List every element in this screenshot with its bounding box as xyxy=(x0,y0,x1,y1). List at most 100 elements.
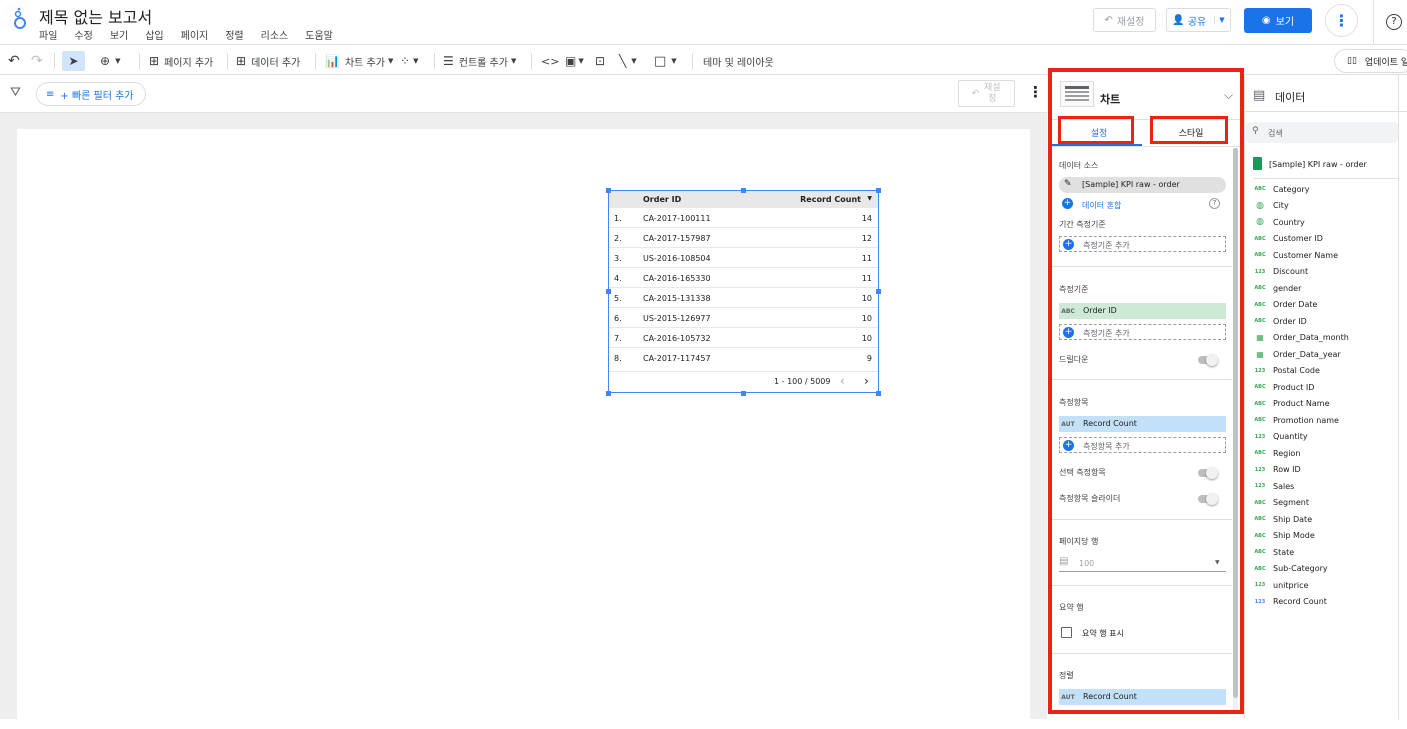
menu-edit[interactable]: 수정 xyxy=(74,27,92,42)
theme-layout-button[interactable]: 테마 및 레이아웃 xyxy=(703,51,774,71)
menu-insert[interactable]: 삽입 xyxy=(145,27,163,42)
add-dimension-button[interactable]: + 측정기준 추가 xyxy=(1059,324,1226,340)
table-row[interactable]: 8. CA-2017-117457 9 xyxy=(609,348,878,368)
optional-metrics-toggle[interactable] xyxy=(1198,467,1218,479)
field-item[interactable]: 123 Row ID xyxy=(1253,463,1301,477)
sort-desc-icon[interactable]: ▼ xyxy=(867,195,872,202)
menu-view[interactable]: 보기 xyxy=(110,27,128,42)
add-control-button[interactable]: ☰ 컨트롤 추가 ▼ xyxy=(443,51,516,71)
panel-scrollbar[interactable] xyxy=(1398,75,1407,719)
field-item[interactable]: ◍ Country xyxy=(1253,215,1305,229)
blend-data-button[interactable]: + 데이터 혼합 xyxy=(1059,197,1219,211)
image-icon[interactable]: ▣ ▼ xyxy=(565,51,584,71)
rows-per-page-select[interactable]: ▤ 100 ▼ xyxy=(1059,555,1226,572)
table-row[interactable]: 4. CA-2016-165330 11 xyxy=(609,268,878,288)
resize-handle[interactable] xyxy=(606,188,611,193)
table-chart[interactable]: Order ID Record Count ▼ 1. CA-2017-10011… xyxy=(608,190,879,393)
menu-resource[interactable]: 리소스 xyxy=(261,27,289,42)
field-item[interactable]: ABC Product ID xyxy=(1253,380,1314,394)
metric-slider-toggle[interactable] xyxy=(1198,493,1218,505)
resize-handle[interactable] xyxy=(876,289,881,294)
add-data-button[interactable]: ⊞ 데이터 추가 xyxy=(236,51,300,71)
metric-chip-record-count[interactable]: AUT Record Count xyxy=(1059,416,1226,432)
field-item[interactable]: ABC Product Name xyxy=(1253,397,1329,411)
add-date-dimension-button[interactable]: + 측정기준 추가 xyxy=(1059,236,1226,252)
field-item[interactable]: 123 Quantity xyxy=(1253,430,1308,444)
data-source-chip[interactable]: ✎ [Sample] KPI raw - order xyxy=(1059,177,1226,193)
view-button[interactable]: ◉ 보기 xyxy=(1244,8,1312,33)
show-summary-checkbox[interactable] xyxy=(1061,627,1072,638)
select-cursor-icon[interactable]: ➤ xyxy=(62,51,85,71)
chevron-down-icon[interactable]: ⌵ xyxy=(1224,88,1233,103)
menu-help[interactable]: 도움말 xyxy=(305,27,333,42)
more-options-icon[interactable]: ⋮ xyxy=(1325,4,1358,37)
community-viz-icon[interactable]: ⁘ ▼ xyxy=(400,51,418,71)
table-row[interactable]: 2. CA-2017-157987 12 xyxy=(609,228,878,248)
field-search-input[interactable]: ⚲ 검색 xyxy=(1246,122,1398,143)
field-item[interactable]: ABC Customer Name xyxy=(1253,248,1338,262)
filter-icon[interactable]: ⛛ xyxy=(10,85,21,100)
help-icon[interactable]: ? xyxy=(1386,14,1402,30)
field-item[interactable]: ABC Promotion name xyxy=(1253,413,1339,427)
table-chart-type-icon[interactable] xyxy=(1060,81,1094,107)
next-page-icon[interactable]: › xyxy=(864,374,869,388)
undo-icon[interactable]: ↶ xyxy=(8,51,20,71)
share-dropdown-icon[interactable]: ▼ xyxy=(1214,16,1225,24)
field-item[interactable]: ABC Category xyxy=(1253,182,1309,196)
add-page-button[interactable]: ⊞ 페이지 추가 xyxy=(149,51,213,71)
field-item[interactable]: ABC gender xyxy=(1253,281,1301,295)
column-header-order-id[interactable]: Order ID xyxy=(643,195,681,204)
data-source-item[interactable]: [Sample] KPI raw - order xyxy=(1253,157,1398,173)
field-item[interactable]: 123 Postal Code xyxy=(1253,364,1320,378)
zoom-icon[interactable]: ⊕ ▼ xyxy=(100,51,120,71)
resize-handle[interactable] xyxy=(606,391,611,396)
menu-file[interactable]: 파일 xyxy=(39,27,57,42)
share-button[interactable]: 👤 공유 ▼ xyxy=(1166,8,1231,32)
line-icon[interactable]: ╲ ▼ xyxy=(619,51,637,71)
field-item[interactable]: ABC Ship Mode xyxy=(1253,529,1314,543)
shape-icon[interactable]: □ ▼ xyxy=(654,51,677,71)
menu-arrange[interactable]: 정렬 xyxy=(225,27,243,42)
table-row[interactable]: 6. US-2015-126977 10 xyxy=(609,308,878,328)
drilldown-toggle[interactable] xyxy=(1198,354,1218,366)
field-item[interactable]: ABC State xyxy=(1253,545,1294,559)
table-row[interactable]: 3. US-2016-108504 11 xyxy=(609,248,878,268)
resize-handle[interactable] xyxy=(606,289,611,294)
table-row[interactable]: 5. CA-2015-131338 10 xyxy=(609,288,878,308)
field-item[interactable]: ABC Sub-Category xyxy=(1253,562,1327,576)
scrollbar-track[interactable] xyxy=(1233,148,1238,710)
pencil-icon[interactable]: ✎ xyxy=(1064,179,1072,189)
field-item[interactable]: ABC Order ID xyxy=(1253,314,1306,328)
field-item[interactable]: ABC Segment xyxy=(1253,496,1309,510)
table-row[interactable]: 7. CA-2016-105732 10 xyxy=(609,328,878,348)
field-item[interactable]: ABC Region xyxy=(1253,446,1300,460)
field-item[interactable]: ▦ Order_Data_month xyxy=(1253,331,1349,345)
report-title[interactable]: 제목 없는 보고서 xyxy=(39,4,152,28)
field-item[interactable]: ◍ City xyxy=(1253,199,1289,213)
resize-handle[interactable] xyxy=(741,391,746,396)
code-embed-icon[interactable]: <> xyxy=(541,51,559,71)
dimension-chip-order-id[interactable]: ABC Order ID xyxy=(1059,303,1226,319)
add-chart-button[interactable]: 📊 차트 추가 ▼ xyxy=(325,51,393,71)
field-item[interactable]: 123 Sales xyxy=(1253,479,1295,493)
scrollbar-thumb[interactable] xyxy=(1233,148,1238,698)
add-metric-button[interactable]: + 측정항목 추가 xyxy=(1059,437,1226,453)
field-item[interactable]: ▦ Order_Data_year xyxy=(1253,347,1340,361)
menu-page[interactable]: 페이지 xyxy=(181,27,209,42)
redo-icon[interactable]: ↷ xyxy=(31,51,43,71)
field-item[interactable]: ABC Customer ID xyxy=(1253,232,1323,246)
column-header-record-count[interactable]: Record Count xyxy=(800,195,861,204)
filter-reset-button[interactable]: ↶ 재설정 xyxy=(958,80,1015,107)
prev-page-icon[interactable]: ‹ xyxy=(840,374,845,388)
resize-handle[interactable] xyxy=(741,188,746,193)
field-item[interactable]: 123 Record Count xyxy=(1253,595,1327,609)
field-item[interactable]: 123 Discount xyxy=(1253,265,1308,279)
field-item[interactable]: ABC Order Date xyxy=(1253,298,1317,312)
sort-chip-record-count[interactable]: AUT Record Count xyxy=(1059,689,1226,705)
reset-button[interactable]: ↶ 재설정 xyxy=(1093,8,1156,32)
update-button[interactable]: ▯▯ 업데이트 일 xyxy=(1334,49,1407,73)
table-row[interactable]: 1. CA-2017-100111 14 xyxy=(609,208,878,228)
resize-handle[interactable] xyxy=(876,391,881,396)
help-icon[interactable]: ? xyxy=(1209,198,1220,209)
field-item[interactable]: 123 unitprice xyxy=(1253,578,1309,592)
